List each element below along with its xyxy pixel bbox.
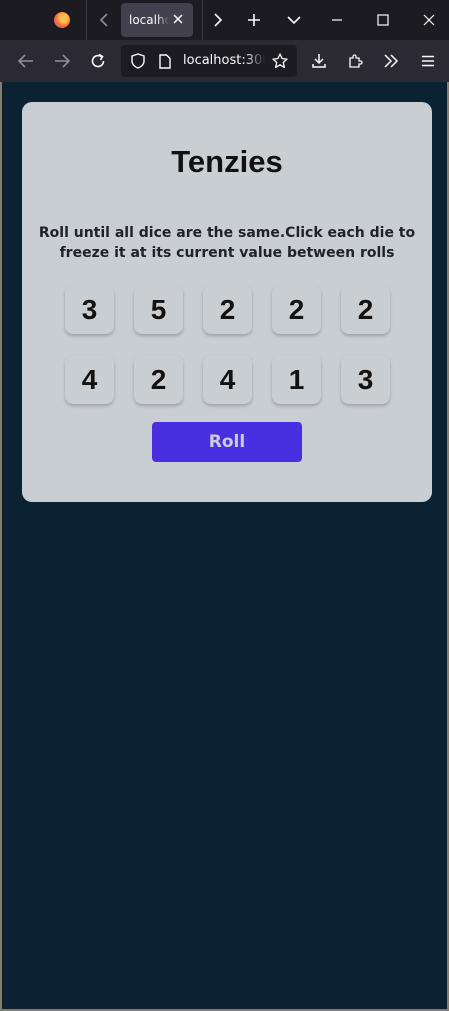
extensions-icon[interactable]: [344, 40, 366, 82]
downloads-icon[interactable]: [308, 40, 330, 82]
die[interactable]: 5: [134, 285, 183, 334]
die[interactable]: 4: [203, 355, 252, 404]
minimize-icon[interactable]: [326, 0, 348, 40]
die[interactable]: 2: [134, 355, 183, 404]
nav-toolbar: localhost:3000: [0, 40, 449, 82]
maximize-icon[interactable]: [372, 0, 394, 40]
tenzies-card: Tenzies Roll until all dice are the same…: [22, 102, 432, 502]
window-close-icon[interactable]: [418, 0, 440, 40]
window-border: [0, 82, 2, 1011]
die[interactable]: 4: [65, 355, 114, 404]
tab-separator: [202, 0, 203, 40]
tab-title: localhost:3000: [129, 13, 169, 27]
active-tab[interactable]: localhost:3000: [121, 3, 193, 37]
url-text[interactable]: localhost:3000: [183, 53, 265, 68]
tab-strip: localhost:3000: [0, 0, 449, 40]
forward-icon[interactable]: [50, 40, 74, 82]
overflow-menu-icon[interactable]: [380, 40, 402, 82]
bookmark-star-icon[interactable]: [270, 45, 290, 77]
back-icon[interactable]: [14, 40, 38, 82]
page-viewport: Tenzies Roll until all dice are the same…: [2, 82, 447, 1009]
page-info-icon[interactable]: [156, 45, 174, 77]
dice-grid: 3 5 2 2 2 4 2 4 1 3: [65, 285, 390, 404]
roll-button[interactable]: Roll: [152, 422, 302, 462]
hamburger-menu-icon[interactable]: [417, 40, 439, 82]
die[interactable]: 1: [272, 355, 321, 404]
die[interactable]: 2: [203, 285, 252, 334]
die[interactable]: 3: [65, 285, 114, 334]
die[interactable]: 2: [341, 285, 390, 334]
page-title: Tenzies: [171, 144, 283, 179]
die[interactable]: 2: [272, 285, 321, 334]
firefox-logo-icon: [50, 0, 74, 40]
shield-icon[interactable]: [129, 45, 147, 77]
tab-separator: [86, 0, 87, 40]
tab-scroll-left-icon[interactable]: [94, 0, 114, 40]
die[interactable]: 3: [341, 355, 390, 404]
url-bar[interactable]: localhost:3000: [121, 45, 297, 77]
close-tab-icon[interactable]: [171, 12, 185, 26]
list-all-tabs-icon[interactable]: [283, 0, 305, 40]
instructions-text: Roll until all dice are the same.Click e…: [38, 225, 416, 261]
reload-icon[interactable]: [86, 40, 110, 82]
new-tab-icon[interactable]: [243, 0, 265, 40]
tab-scroll-right-icon[interactable]: [208, 0, 228, 40]
